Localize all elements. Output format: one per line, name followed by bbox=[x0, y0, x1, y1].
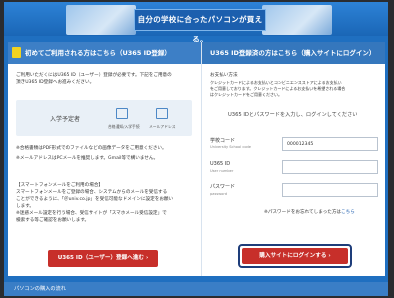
register-button[interactable]: U365 ID（ユーザー）登録へ進む › bbox=[48, 250, 158, 267]
password-label: パスワード bbox=[210, 184, 236, 190]
login-panel: U365 ID登録済の方はこちら（購入サイトにログイン） お支払い方法 クレジッ… bbox=[201, 42, 385, 276]
note-1: ※合格書類はPDF形式でのファイルなどの画像データをご用意ください。 bbox=[16, 146, 167, 151]
smartphone-title: 【スマートフォンメールをご利用の場合】 bbox=[16, 183, 104, 188]
document-icon bbox=[116, 108, 128, 119]
new-user-panel: 初めてご利用される方はこちら（U365 ID登録） ご利用いただくにはU365 … bbox=[8, 42, 201, 276]
intro-line-1: ご利用いただくにはU365 ID（ユーザー）登録が必要です。下記をご用意の bbox=[16, 73, 172, 78]
smartphone-line-4: ※迷惑メール設定を行う場合、受信サイトが「スマホメール受信設定」で bbox=[16, 211, 167, 216]
school-code-input[interactable]: 000012345 bbox=[282, 137, 378, 151]
purchase-flow-section: パソコンの購入の流れ bbox=[4, 282, 388, 296]
preparation-item-1: 合格通知/入学手続 bbox=[108, 124, 140, 129]
forgot-password-link[interactable]: こちら bbox=[341, 210, 355, 215]
preparation-item-2: メールアドレス bbox=[149, 124, 176, 129]
payment-line-3: はクレジットカードをご用意ください。 bbox=[210, 92, 282, 97]
book-icon bbox=[12, 46, 21, 58]
new-user-header: 初めてご利用される方はこちら（U365 ID登録） bbox=[8, 42, 201, 64]
u365-id-label: U365 ID bbox=[210, 161, 231, 167]
mail-icon bbox=[156, 108, 168, 119]
school-code-label: 学校コード bbox=[210, 138, 236, 144]
smartphone-line-1: スマートフォンメールをご登録の場合、システムからのメールを受信する bbox=[16, 190, 168, 195]
payment-title: お支払い方法 bbox=[210, 73, 238, 78]
login-header: U365 ID登録済の方はこちら（購入サイトにログイン） bbox=[202, 42, 385, 64]
forgot-password-prefix: ※パスワードをお忘れてしまった方は bbox=[264, 210, 342, 215]
preparation-box: 入学予定者 合格通知/入学手続 メールアドレス bbox=[16, 100, 192, 136]
banner-title: 自分の学校に合ったパソコンが買える。 bbox=[134, 9, 266, 44]
banner-right-image bbox=[262, 5, 332, 35]
purchase-flow-title: パソコンの購入の流れ bbox=[14, 286, 66, 292]
login-button-focus-ring: 購入サイトにログインする › bbox=[238, 244, 352, 268]
smartphone-line-2: ことができるように、「＠univ.co.jp」を受信可能なドメインに設定をお願い bbox=[16, 197, 174, 202]
login-instruction: U365 IDとパスワードを入力し、ログインしてください bbox=[228, 112, 358, 118]
u365-id-sublabel: User number bbox=[210, 169, 234, 173]
school-code-sublabel: University School code bbox=[210, 145, 252, 149]
intro-line-2: 頂きU365 ID登録へお進みください。 bbox=[16, 80, 95, 85]
new-user-header-label: 初めてご利用される方はこちら（U365 ID登録） bbox=[25, 49, 171, 57]
banner-left-image bbox=[66, 5, 136, 35]
password-sublabel: password bbox=[210, 192, 228, 196]
forgot-password-text: ※パスワードをお忘れてしまった方はこちら bbox=[264, 209, 355, 216]
top-banner: 自分の学校に合ったパソコンが買える。 bbox=[4, 2, 388, 44]
page: 自分の学校に合ったパソコンが買える。 初めてご利用される方はこちら（U365 I… bbox=[4, 2, 388, 296]
u365-id-input[interactable] bbox=[282, 160, 378, 174]
smartphone-line-3: します。 bbox=[16, 204, 34, 209]
login-button[interactable]: 購入サイトにログインする › bbox=[242, 248, 348, 264]
note-2: ※メールアドレスはPCメールを推奨します。Gmail等で構いません。 bbox=[16, 156, 159, 161]
preparation-label: 入学予定者 bbox=[50, 116, 81, 123]
smartphone-line-5: 検索する等ご確認をお願いします。 bbox=[16, 218, 90, 223]
password-input[interactable] bbox=[282, 183, 378, 197]
